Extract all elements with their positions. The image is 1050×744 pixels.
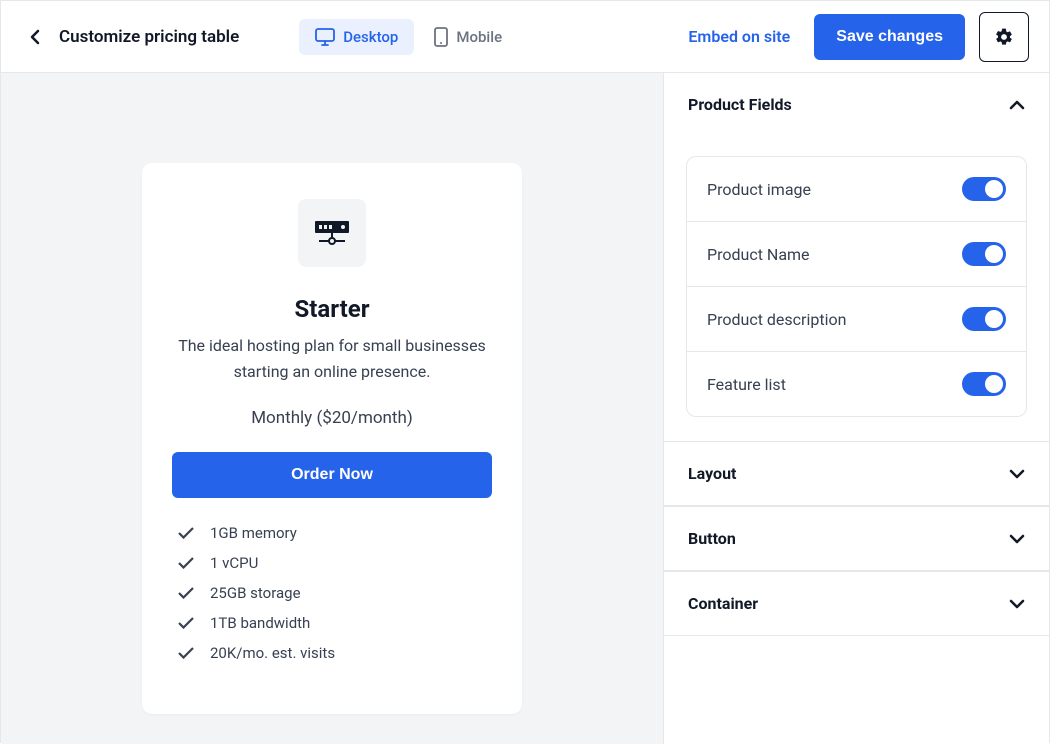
feature-item: 20K/mo. est. visits [178,644,492,662]
feature-item: 1 vCPU [178,554,492,572]
feature-text: 1TB bandwidth [210,614,310,632]
check-icon [178,647,194,659]
toggle-product-description[interactable] [962,307,1006,331]
mobile-icon [434,27,448,47]
check-icon [178,587,194,599]
toggle-product-name[interactable] [962,242,1006,266]
embed-link[interactable]: Embed on site [688,27,790,46]
field-label: Feature list [707,375,786,394]
feature-item: 1GB memory [178,524,492,542]
chevron-down-icon [1009,599,1025,609]
view-toggle: Desktop Mobile [299,19,518,55]
section-button[interactable]: Button [664,506,1049,571]
monitor-icon [315,28,335,46]
sidebar: Product Fields Product image Product Nam… [664,73,1049,744]
product-description: The ideal hosting plan for small busines… [172,333,492,384]
desktop-view-label: Desktop [343,28,398,46]
feature-text: 20K/mo. est. visits [210,644,335,662]
feature-item: 25GB storage [178,584,492,602]
chevron-down-icon [1009,469,1025,479]
field-label: Product image [707,180,811,199]
preview-canvas: Starter The ideal hosting plan for small… [1,73,664,744]
check-icon [178,527,194,539]
product-price: Monthly ($20/month) [172,408,492,428]
feature-text: 1 vCPU [210,554,258,572]
feature-text: 25GB storage [210,584,301,602]
order-button[interactable]: Order Now [172,452,492,498]
pricing-card: Starter The ideal hosting plan for small… [142,163,522,714]
desktop-view-button[interactable]: Desktop [299,19,414,55]
field-label: Product Name [707,245,810,264]
product-fields-group: Product image Product Name Product descr… [686,156,1027,417]
settings-button[interactable] [979,12,1029,62]
feature-list: 1GB memory 1 vCPU 25GB storage 1TB bandw… [172,524,492,662]
mobile-view-label: Mobile [456,28,502,46]
check-icon [178,557,194,569]
server-icon [313,219,351,247]
top-bar: Customize pricing table Desktop Mobile E… [1,1,1049,73]
feature-item: 1TB bandwidth [178,614,492,632]
field-feature-list: Feature list [687,352,1026,416]
save-button[interactable]: Save changes [814,14,965,60]
field-product-description: Product description [687,287,1026,352]
section-container[interactable]: Container [664,571,1049,636]
section-product-fields[interactable]: Product Fields [664,73,1049,136]
field-label: Product description [707,310,846,329]
product-name: Starter [172,295,492,323]
check-icon [178,617,194,629]
section-title: Product Fields [688,95,792,114]
page-title: Customize pricing table [59,27,239,47]
field-product-name: Product Name [687,222,1026,287]
chevron-up-icon [1009,100,1025,110]
product-image-placeholder [298,199,366,267]
section-title: Layout [688,464,736,483]
gear-icon [994,27,1014,47]
toggle-product-image[interactable] [962,177,1006,201]
section-title: Button [688,529,736,548]
mobile-view-button[interactable]: Mobile [418,19,518,55]
chevron-left-icon [30,29,40,45]
section-layout[interactable]: Layout [664,441,1049,506]
back-button[interactable] [21,23,49,51]
toggle-feature-list[interactable] [962,372,1006,396]
field-product-image: Product image [687,157,1026,222]
feature-text: 1GB memory [210,524,297,542]
section-title: Container [688,594,758,613]
chevron-down-icon [1009,534,1025,544]
